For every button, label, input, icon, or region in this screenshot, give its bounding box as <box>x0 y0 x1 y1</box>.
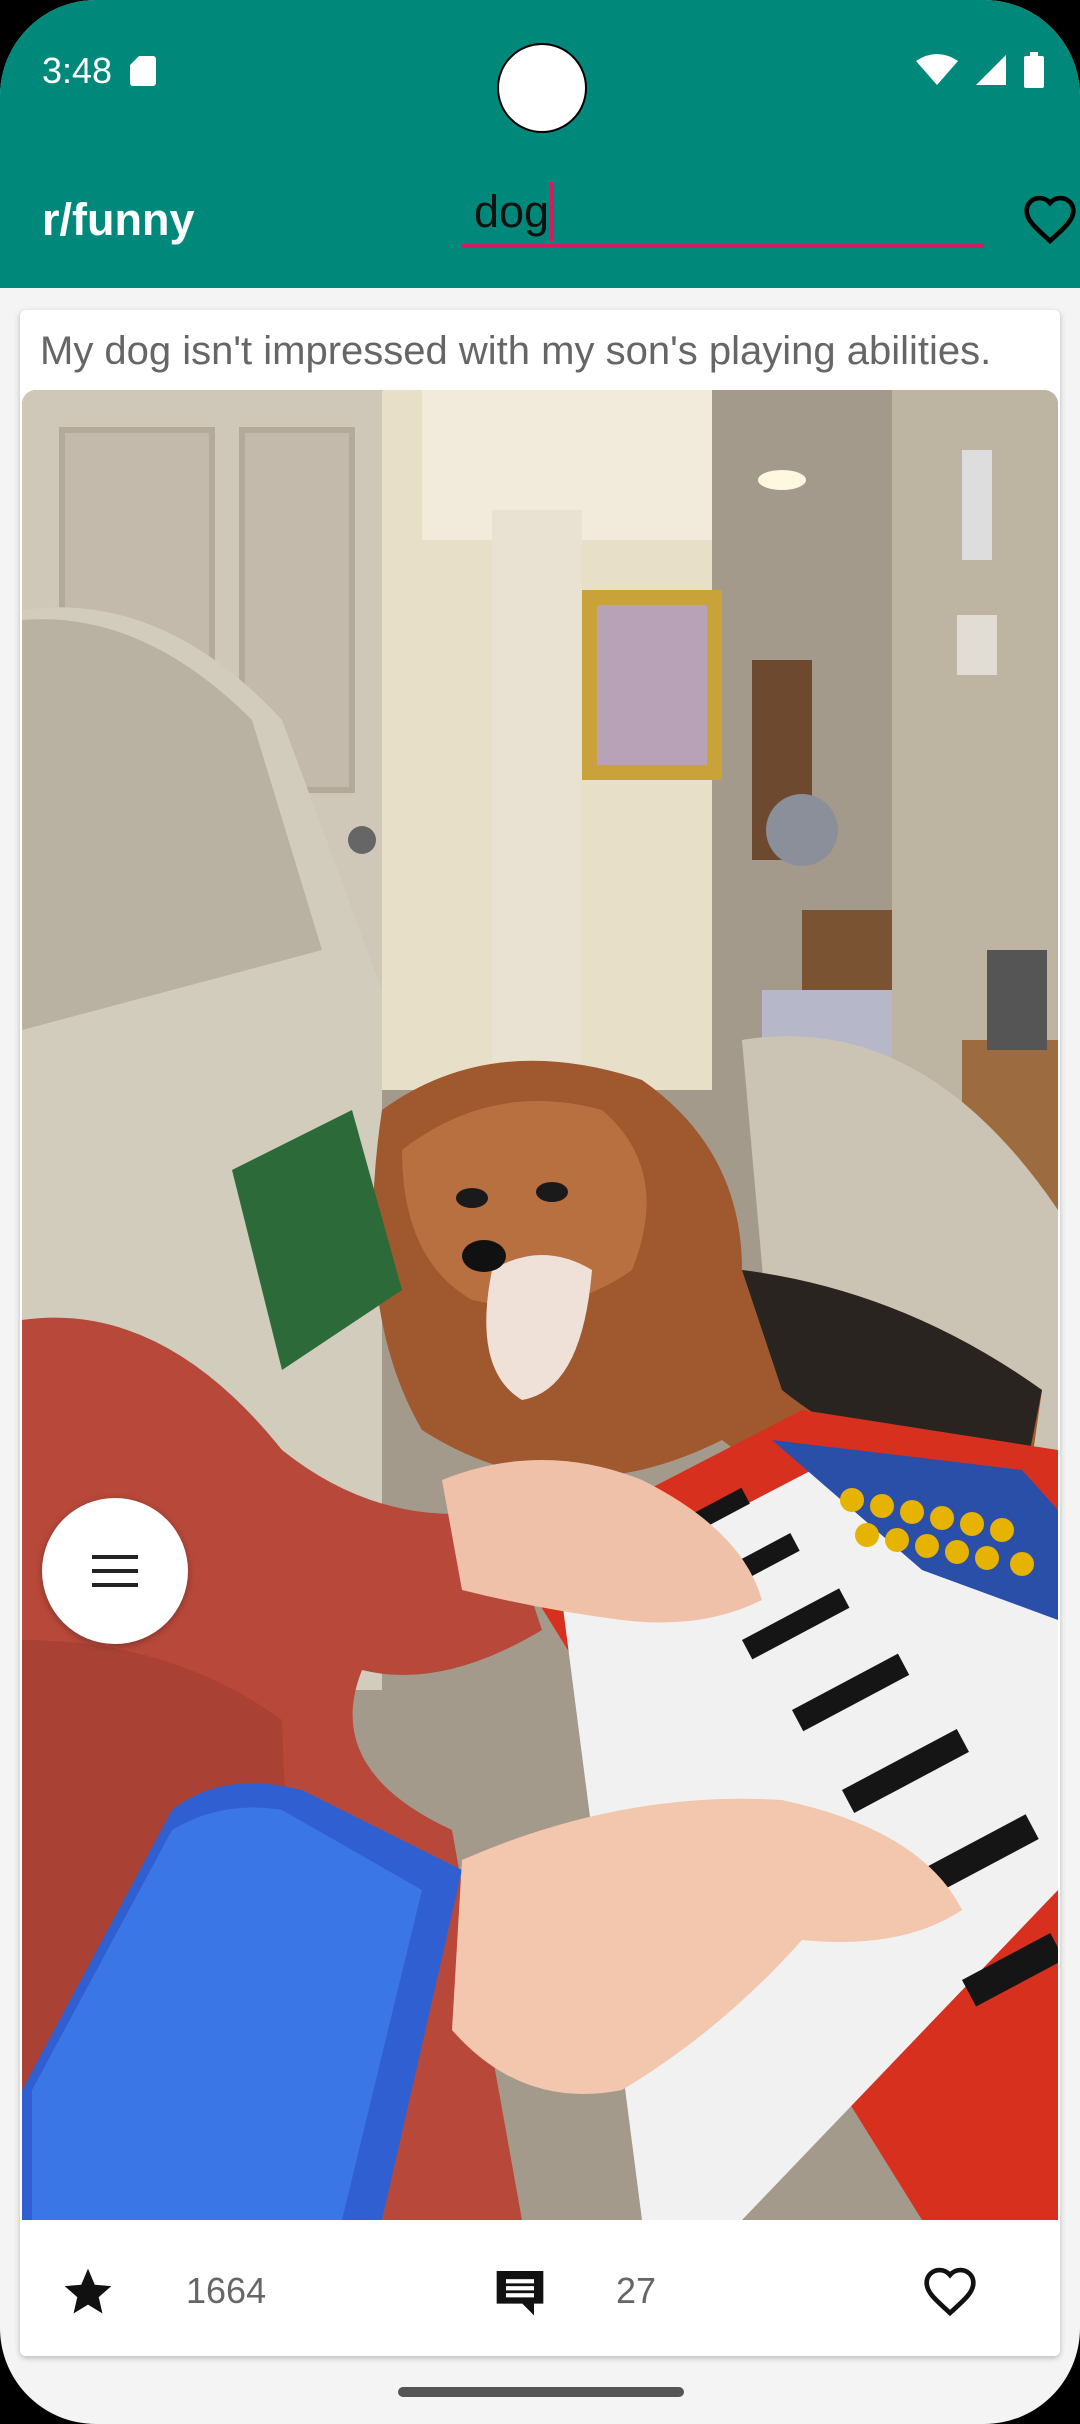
wifi-icon <box>916 54 958 85</box>
post-card[interactable]: My dog isn't impressed with my son's pla… <box>20 310 1060 2356</box>
status-bar: 3:48 <box>0 0 1080 140</box>
search-underline <box>462 244 984 248</box>
sd-card-icon <box>130 56 156 86</box>
search-input[interactable] <box>462 178 996 246</box>
favorites-heart-icon[interactable] <box>1020 192 1080 248</box>
favorite-heart-icon[interactable] <box>920 2264 980 2320</box>
phone-screen: 3:48 r/funny My dog isn't <box>0 0 1080 2424</box>
signal-icon <box>976 55 1006 85</box>
subreddit-title: r/funny <box>42 194 195 245</box>
status-time: 3:48 <box>42 50 113 91</box>
gesture-navigation-bar[interactable] <box>398 2387 684 2397</box>
menu-icon <box>92 1555 138 1587</box>
comment-count: 27 <box>616 2270 657 2311</box>
post-title[interactable]: My dog isn't impressed with my son's pla… <box>40 324 1050 378</box>
status-icons <box>916 52 1044 88</box>
text-cursor <box>550 182 554 242</box>
search-field[interactable] <box>462 178 996 250</box>
dog-keyboard-photo <box>22 390 1058 2220</box>
post-image[interactable] <box>22 390 1058 2220</box>
battery-icon <box>1024 52 1044 88</box>
app-bar: r/funny <box>0 140 1080 288</box>
post-actions: 1664 27 <box>20 2220 1060 2356</box>
menu-button[interactable] <box>42 1498 188 1644</box>
camera-cutout <box>497 43 587 133</box>
star-icon[interactable] <box>60 2264 116 2320</box>
comment-icon[interactable] <box>490 2264 550 2320</box>
post-score: 1664 <box>186 2270 267 2311</box>
